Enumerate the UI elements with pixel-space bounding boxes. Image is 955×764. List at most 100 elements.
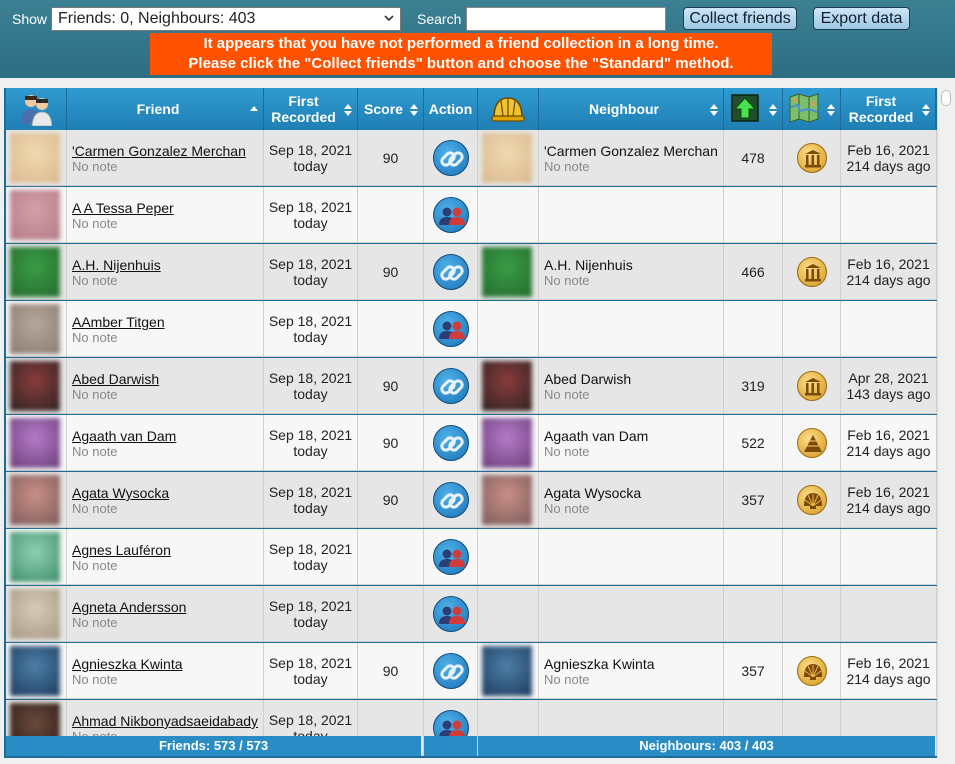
friend-name-link[interactable]: AAmber Titgen: [72, 314, 165, 330]
level-cell: [724, 301, 783, 357]
friend-name-link[interactable]: Agnes Lauféron: [72, 542, 171, 558]
avatar: [10, 418, 60, 468]
column-avatar[interactable]: [6, 88, 66, 130]
column-neighbour[interactable]: Neighbour: [539, 88, 723, 130]
avatar: [10, 361, 60, 411]
date-value: Sep 18, 2021: [268, 142, 353, 158]
neighbour-avatar-cell: [478, 529, 539, 585]
friend-link-button[interactable]: [433, 254, 469, 290]
first-recorded-cell: Sep 18, 2021today: [264, 358, 358, 414]
action-cell: [424, 358, 478, 414]
friend-name-link[interactable]: Agnieszka Kwinta: [72, 656, 183, 672]
show-select[interactable]: Friends: 0, Neighbours: 403: [51, 7, 401, 31]
friend-name-link[interactable]: A.H. Nijenhuis: [72, 257, 161, 273]
friend-name-link[interactable]: Abed Darwish: [72, 371, 159, 387]
column-level[interactable]: [724, 88, 782, 130]
nb-date-value: Feb 16, 2021: [847, 142, 930, 158]
friends-icon: [21, 95, 52, 126]
score-value: 90: [382, 378, 399, 394]
neighbour-avatar-cell: [478, 643, 539, 699]
nb-date-ago: 214 days ago: [846, 671, 931, 687]
nb-first-recorded-cell: Feb 16, 2021 214 days ago: [841, 244, 937, 300]
add-neighbour-button[interactable]: [433, 197, 469, 233]
nb-first-recorded-date: Feb 16, 2021 214 days ago: [841, 427, 936, 459]
nb-date-ago: 214 days ago: [846, 500, 931, 516]
date-ago: today: [293, 671, 328, 687]
first-recorded-cell: Sep 18, 2021today: [264, 244, 358, 300]
era-badge: [797, 428, 827, 458]
neighbour-name: Abed Darwish: [544, 371, 632, 387]
avatar: [10, 589, 60, 639]
neighbour-avatar-cell: [478, 472, 539, 528]
sort-icon: [769, 104, 777, 116]
friend-link-button[interactable]: [433, 482, 469, 518]
friend-name-cell: Agneta Andersson No note: [67, 586, 264, 642]
add-neighbour-button[interactable]: [433, 539, 469, 575]
nb-first-recorded-date: Feb 16, 2021 214 days ago: [841, 484, 936, 516]
export-data-button[interactable]: Export data: [813, 7, 910, 30]
level-value: 466: [741, 264, 765, 280]
nb-first-recorded-cell: [841, 301, 937, 357]
table-row: Agnieszka Kwinta No note Sep 18, 2021 today…: [6, 643, 937, 699]
level-value: 522: [741, 435, 765, 451]
score-cell: 90: [358, 244, 424, 300]
friend-name-link[interactable]: Agneta Andersson: [72, 599, 186, 615]
column-neighbour-avatar[interactable]: [478, 88, 538, 130]
date-value: Sep 18, 2021: [268, 256, 353, 272]
helmet-icon: [491, 97, 525, 122]
neighbours-count: Neighbours: 403 / 403: [478, 736, 935, 756]
first-recorded-date: Sep 18, 2021today: [264, 655, 357, 687]
friend-name-cell: AAmber Titgen No note: [67, 301, 264, 357]
date-ago: today: [293, 329, 328, 345]
scrollbar[interactable]: [937, 88, 953, 758]
link-icon: [440, 379, 464, 395]
neighbour-note: No note: [544, 159, 590, 174]
friend-name-link[interactable]: Agaath van Dam: [72, 428, 176, 444]
friend-avatar-cell: [6, 643, 67, 699]
search-input[interactable]: [466, 7, 666, 31]
friend-name-link[interactable]: 'Carmen Gonzalez Merchan: [72, 143, 246, 159]
column-score[interactable]: Score: [358, 88, 423, 130]
level-cell: 466: [724, 244, 783, 300]
date-value: Sep 18, 2021: [268, 541, 353, 557]
friend-avatar-cell: [6, 472, 67, 528]
friend-link-button[interactable]: [433, 140, 469, 176]
friend-name-link[interactable]: Agata Wysocka: [72, 485, 169, 501]
score-cell: 90: [358, 358, 424, 414]
column-nb-first-recorded-line1: First: [865, 93, 897, 109]
column-neighbour-label: Neighbour: [589, 101, 659, 117]
show-select-value: Friends: 0, Neighbours: 403: [58, 10, 256, 27]
avatar: [10, 304, 60, 354]
neighbour-note: No note: [544, 387, 590, 402]
friend-note: No note: [72, 387, 118, 402]
date-ago: today: [293, 386, 328, 402]
score-value: 90: [382, 264, 399, 280]
sort-icon: [344, 104, 352, 116]
level-cell: [724, 187, 783, 243]
friend-name-link[interactable]: Ahmad Nikbonyadsaeidabady: [72, 713, 258, 729]
neighbour-note: No note: [544, 273, 590, 288]
friend-link-button[interactable]: [433, 368, 469, 404]
first-recorded-date: Sep 18, 2021today: [264, 142, 357, 174]
friend-link-button[interactable]: [433, 425, 469, 461]
column-nb-first-recorded[interactable]: First Recorded: [841, 88, 935, 130]
friend-name-link[interactable]: A A Tessa Peper: [72, 200, 174, 216]
collect-friends-button[interactable]: Collect friends: [683, 7, 797, 30]
column-first-recorded[interactable]: First Recorded: [264, 88, 357, 130]
column-era[interactable]: [783, 88, 840, 130]
neighbour-avatar-cell: [478, 358, 539, 414]
scrollbar-thumb[interactable]: [941, 90, 951, 106]
first-recorded-cell: Sep 18, 2021today: [264, 187, 358, 243]
era-cell: [783, 187, 841, 243]
column-friend[interactable]: Friend: [67, 88, 263, 130]
friends-count: Friends: 573 / 573: [6, 736, 421, 756]
add-neighbour-button[interactable]: [433, 596, 469, 632]
friend-link-button[interactable]: [433, 653, 469, 689]
link-icon: [440, 436, 464, 452]
sort-icon: [922, 104, 930, 116]
link-icon: [440, 265, 464, 281]
add-neighbour-icon: [439, 549, 465, 567]
add-neighbour-button[interactable]: [433, 311, 469, 347]
date-value: Sep 18, 2021: [268, 427, 353, 443]
avatar: [10, 247, 60, 297]
